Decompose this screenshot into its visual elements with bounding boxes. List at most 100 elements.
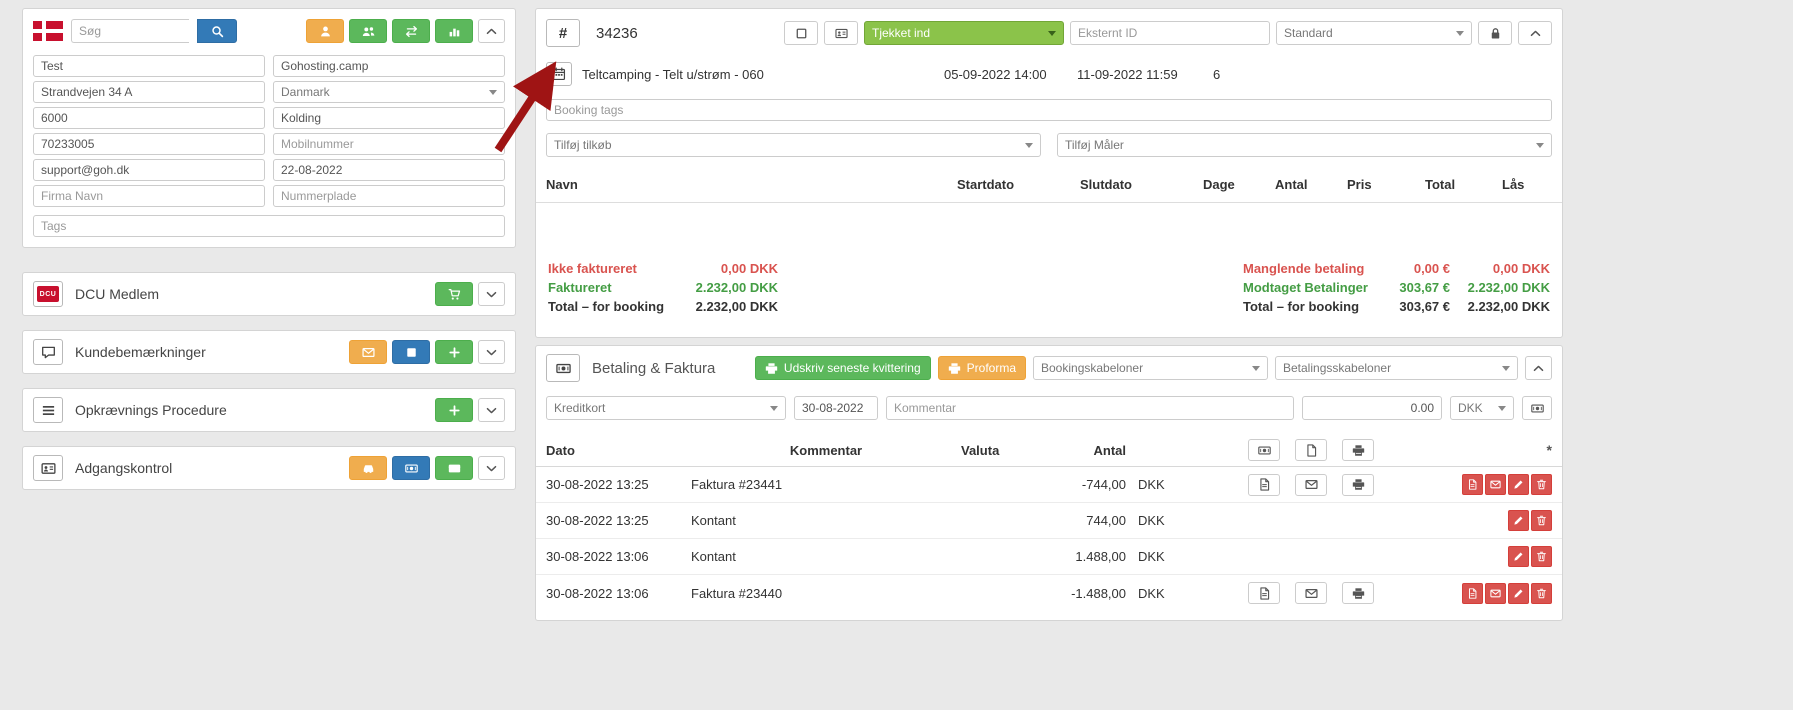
company-field[interactable] xyxy=(33,185,265,207)
status-select-value: Tjekket ind xyxy=(872,26,930,40)
register-payment-button[interactable] xyxy=(1522,396,1552,420)
collapse-booking-button[interactable] xyxy=(1518,21,1552,45)
preview-all-button[interactable] xyxy=(1248,439,1280,461)
credit-pdf-button[interactable] xyxy=(1462,474,1483,495)
invoice-pdf-button[interactable] xyxy=(1248,474,1280,496)
billing-add-button[interactable] xyxy=(435,398,473,422)
collapse-customer-button[interactable] xyxy=(478,19,505,43)
credit-pdf-button[interactable] xyxy=(1462,583,1483,604)
status-select[interactable]: Tjekket ind xyxy=(864,21,1064,45)
section-title: Opkrævnings Procedure xyxy=(75,402,227,418)
external-id-input[interactable] xyxy=(1070,21,1270,45)
edit-payment-button[interactable] xyxy=(1508,510,1529,531)
delete-payment-button[interactable] xyxy=(1531,583,1552,604)
person-icon xyxy=(319,25,332,38)
invoice-mail-button[interactable] xyxy=(1295,582,1327,604)
printer-icon xyxy=(1352,478,1365,491)
collapse-payments-button[interactable] xyxy=(1525,356,1552,380)
payment-date-input[interactable] xyxy=(794,396,878,420)
notes-expand-button[interactable] xyxy=(478,340,505,364)
zip-field[interactable] xyxy=(33,107,265,129)
payment-date: 30-08-2022 13:06 xyxy=(546,549,691,564)
summary-value: 2.232,00 DKK xyxy=(688,280,778,295)
lock-button[interactable] xyxy=(1478,21,1512,45)
access-card-button[interactable] xyxy=(435,456,473,480)
guest-card-button[interactable] xyxy=(824,21,858,45)
notes-board-button[interactable] xyxy=(392,340,430,364)
calendar-button[interactable] xyxy=(546,62,572,86)
customer-button[interactable] xyxy=(306,19,344,43)
edit-payment-button[interactable] xyxy=(1508,474,1529,495)
edit-payment-button[interactable] xyxy=(1508,583,1529,604)
booking-tags-input[interactable] xyxy=(546,99,1552,121)
site-field[interactable] xyxy=(273,55,505,77)
credit-mail-button[interactable] xyxy=(1485,474,1506,495)
file-icon xyxy=(1305,444,1318,457)
payments-panel: Betaling & Faktura Udskriv seneste kvitt… xyxy=(535,345,1563,621)
billing-expand-button[interactable] xyxy=(478,398,505,422)
address-field[interactable] xyxy=(33,81,265,103)
credit-mail-button[interactable] xyxy=(1485,583,1506,604)
tags-field[interactable] xyxy=(33,215,505,237)
payment-templates-select[interactable]: Betalingsskabeloner xyxy=(1275,356,1518,380)
notes-mail-button[interactable] xyxy=(349,340,387,364)
invoice-mail-button[interactable] xyxy=(1295,474,1327,496)
billing-procedure-section: Opkrævnings Procedure xyxy=(22,388,516,432)
country-select[interactable]: Danmark xyxy=(273,81,505,103)
phone-field[interactable] xyxy=(33,133,265,155)
delete-payment-button[interactable] xyxy=(1531,510,1552,531)
add-meter-select[interactable]: Tilføj Måler xyxy=(1057,133,1552,157)
edit-payment-button[interactable] xyxy=(1508,546,1529,567)
payment-row: 30-08-2022 13:06 Kontant 1.488,00 DKK xyxy=(536,539,1562,575)
access-vehicle-button[interactable] xyxy=(349,456,387,480)
payment-method-select[interactable]: Kreditkort xyxy=(546,396,786,420)
payment-row: 30-08-2022 13:25 Faktura #23441 -744,00 … xyxy=(536,467,1562,503)
summary-dkk-value: 0,00 DKK xyxy=(1450,261,1550,276)
trash-icon xyxy=(1536,515,1547,526)
name-field[interactable] xyxy=(33,55,265,77)
booking-item-row[interactable]: Teltcamping - Telt u/strøm - 060 05-09-2… xyxy=(546,59,1552,89)
dcu-expand-button[interactable] xyxy=(478,282,505,306)
summary-value: 0,00 DKK xyxy=(688,261,778,276)
id-card-icon xyxy=(835,27,848,40)
search-icon xyxy=(211,25,224,38)
access-expand-button[interactable] xyxy=(478,456,505,480)
booking-item-end: 11-09-2022 11:59 xyxy=(1077,67,1213,82)
id-card-icon xyxy=(41,461,56,476)
search-input[interactable] xyxy=(71,19,189,43)
print-all-button[interactable] xyxy=(1342,439,1374,461)
email-field[interactable] xyxy=(33,159,265,181)
statistics-button[interactable] xyxy=(435,19,473,43)
delete-payment-button[interactable] xyxy=(1531,474,1552,495)
payment-comment-input[interactable] xyxy=(886,396,1294,420)
payment-amount-input[interactable] xyxy=(1302,396,1442,420)
invoice-print-button[interactable] xyxy=(1342,582,1374,604)
payment-currency-select[interactable]: DKK xyxy=(1450,396,1514,420)
notes-add-button[interactable] xyxy=(435,340,473,364)
guests-button[interactable] xyxy=(349,19,387,43)
add-addon-select[interactable]: Tilføj tilkøb xyxy=(546,133,1041,157)
print-receipt-button[interactable]: Udskriv seneste kvittering xyxy=(755,356,931,380)
printer-icon xyxy=(1352,444,1365,457)
booking-item-days: 6 xyxy=(1213,67,1253,82)
document-all-button[interactable] xyxy=(1295,439,1327,461)
delete-payment-button[interactable] xyxy=(1531,546,1552,567)
plate-field[interactable] xyxy=(273,185,505,207)
proforma-button[interactable]: Proforma xyxy=(938,356,1026,380)
booking-select-button[interactable] xyxy=(784,21,818,45)
template-select[interactable]: Standard xyxy=(1276,21,1472,45)
booking-templates-select[interactable]: Bookingskabeloner xyxy=(1033,356,1268,380)
pdf-file-icon xyxy=(1258,587,1271,600)
invoice-pdf-button[interactable] xyxy=(1248,582,1280,604)
dcu-logo-text: DCU xyxy=(37,286,59,302)
transfer-button[interactable] xyxy=(392,19,430,43)
id-card-icon-box xyxy=(33,455,63,481)
search-button[interactable] xyxy=(197,19,237,43)
dcu-shop-button[interactable] xyxy=(435,282,473,306)
access-cash-button[interactable] xyxy=(392,456,430,480)
invoice-print-button[interactable] xyxy=(1342,474,1374,496)
city-field[interactable] xyxy=(273,107,505,129)
mobile-field[interactable] xyxy=(273,133,505,155)
birthdate-field[interactable] xyxy=(273,159,505,181)
summary-label: Manglende betaling xyxy=(1243,261,1378,276)
